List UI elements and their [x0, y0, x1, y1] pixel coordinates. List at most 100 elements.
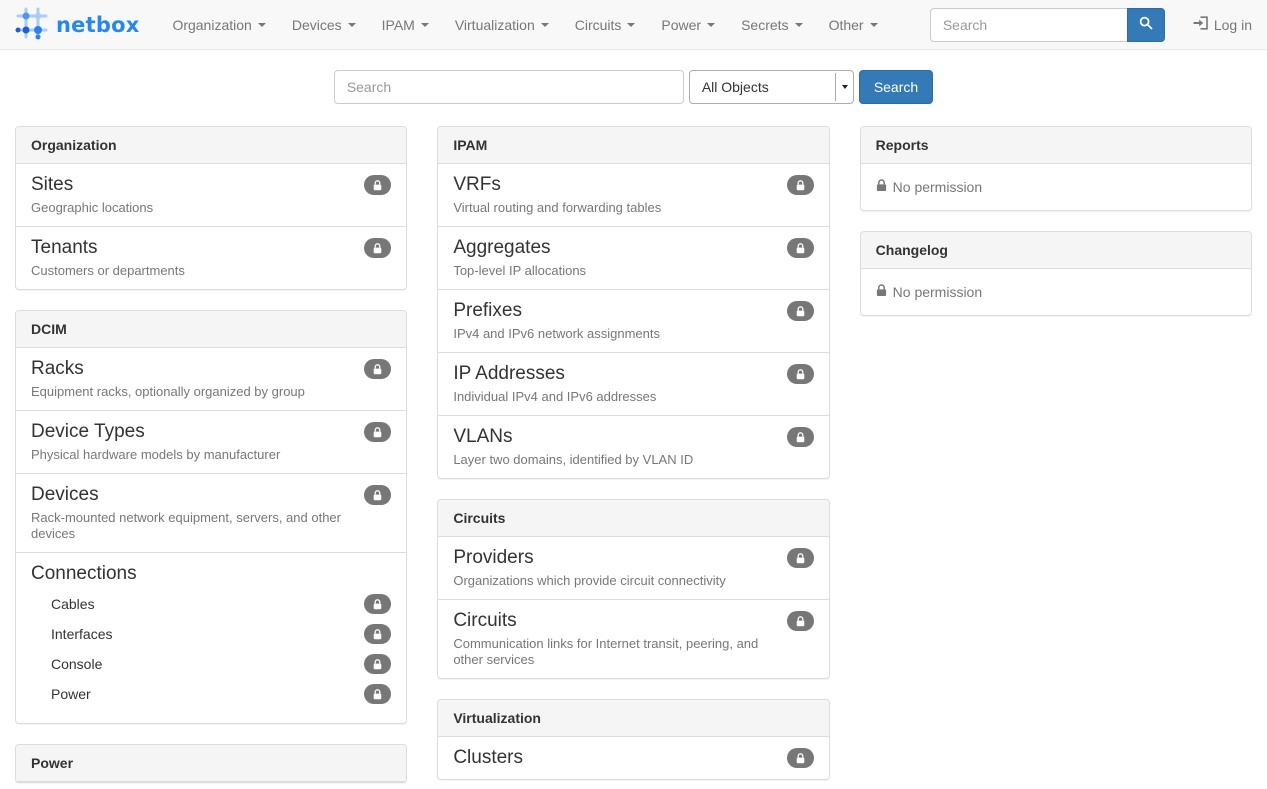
navbar-menu-item-secrets[interactable]: Secrets [728, 0, 815, 50]
dashboard-column-1: Organization Sites Geographic locations … [0, 126, 422, 789]
navbar-menu: Organization Devices IPAM Virtualization… [159, 0, 890, 50]
panel-dcim: DCIM Racks Equipment racks, optionally o… [15, 310, 407, 724]
lock-icon [373, 490, 382, 501]
list-item-providers: Providers Organizations which provide ci… [438, 537, 828, 599]
search-icon [1139, 16, 1153, 33]
panel-title: Power [16, 745, 406, 782]
lock-badge [787, 175, 814, 195]
lock-icon [796, 306, 805, 317]
netbox-logo-icon [15, 5, 49, 44]
chevron-down-icon [795, 23, 803, 27]
navbar-menu-item-ipam[interactable]: IPAM [369, 0, 442, 50]
navbar-menu-item-devices[interactable]: Devices [279, 0, 369, 50]
navbar-menu-item-other[interactable]: Other [816, 0, 891, 50]
navbar-menu-item-virtualization[interactable]: Virtualization [442, 0, 562, 50]
lock-icon [373, 599, 382, 610]
connections-sub-list: Cables Interfaces Console Power [51, 589, 391, 709]
lock-badge [364, 175, 391, 195]
navbar-menu-label: Organization [172, 17, 251, 33]
lock-badge [787, 238, 814, 258]
chevron-down-icon [258, 23, 266, 27]
lock-icon [373, 689, 382, 700]
panel-reports: Reports No permission [860, 126, 1252, 211]
log-in-icon [1193, 16, 1208, 33]
chevron-down-icon [707, 23, 715, 27]
no-permission-label: No permission [893, 179, 982, 195]
search-scope-select[interactable]: All Objects [689, 70, 854, 104]
login-link[interactable]: Log in [1193, 16, 1252, 33]
item-title-link[interactable]: Sites [31, 174, 73, 196]
lock-badge [364, 485, 391, 505]
sub-list-item-console: Console [51, 649, 391, 679]
global-search-input[interactable] [334, 70, 684, 104]
panel-title: Circuits [438, 500, 828, 537]
chevron-down-icon [348, 23, 356, 27]
sub-list-item-cables: Cables [51, 589, 391, 619]
sub-item-link[interactable]: Cables [51, 596, 95, 612]
lock-badge [787, 748, 814, 768]
item-title-link[interactable]: Devices [31, 484, 99, 506]
panel-circuits: Circuits Providers Organizations which p… [437, 499, 829, 679]
item-title-link[interactable]: Aggregates [453, 237, 550, 259]
lock-badge [364, 654, 391, 674]
lock-icon [796, 616, 805, 627]
navbar-menu-item-organization[interactable]: Organization [159, 0, 278, 50]
navbar-search-group [930, 8, 1165, 42]
navbar-search-button[interactable] [1127, 8, 1165, 42]
item-title-link[interactable]: VRFs [453, 174, 501, 196]
item-title-link[interactable]: Prefixes [453, 300, 522, 322]
login-label: Log in [1214, 17, 1252, 33]
list-item-vrfs: VRFs Virtual routing and forwarding tabl… [438, 164, 828, 226]
item-title-link[interactable]: IP Addresses [453, 363, 565, 385]
lock-icon [373, 629, 382, 640]
sub-item-link[interactable]: Power [51, 686, 91, 702]
item-title-link[interactable]: Racks [31, 358, 84, 380]
item-title-link[interactable]: Circuits [453, 610, 516, 632]
item-title-link[interactable]: Clusters [453, 747, 523, 769]
global-search-button[interactable]: Search [859, 70, 933, 104]
navbar-right: Log in [930, 8, 1252, 42]
sub-item-link[interactable]: Interfaces [51, 626, 112, 642]
lock-icon [373, 180, 382, 191]
panel-title: IPAM [438, 127, 828, 164]
navbar-menu-label: Circuits [575, 17, 622, 33]
item-title-link[interactable]: Connections [31, 563, 137, 585]
navbar-menu-item-circuits[interactable]: Circuits [562, 0, 649, 50]
no-permission-label: No permission [893, 284, 982, 300]
top-navbar: netbox Organization Devices IPAM Virtual… [0, 0, 1267, 50]
list-item-circuits: Circuits Communication links for Interne… [438, 599, 828, 678]
item-title-link[interactable]: Tenants [31, 237, 98, 259]
select-divider [835, 73, 836, 101]
lock-badge [787, 427, 814, 447]
list-item-clusters: Clusters [438, 737, 828, 779]
navbar-menu-label: Other [829, 17, 864, 33]
lock-badge [787, 364, 814, 384]
no-permission-row: No permission [861, 164, 1251, 210]
panel-title: Virtualization [438, 700, 828, 737]
brand-name: netbox [56, 13, 139, 37]
item-title-link[interactable]: Providers [453, 547, 533, 569]
item-description: Customers or departments [31, 263, 391, 279]
lock-badge [787, 611, 814, 631]
search-scope-wrapper: All Objects [689, 70, 854, 104]
dashboard-columns: Organization Sites Geographic locations … [0, 126, 1267, 789]
navbar-search-input[interactable] [930, 8, 1127, 42]
item-title-link[interactable]: Device Types [31, 421, 145, 443]
navbar-menu-label: Devices [292, 17, 342, 33]
panel-virtualization: Virtualization Clusters [437, 699, 829, 780]
panel-title: Reports [861, 127, 1251, 164]
chevron-down-icon [627, 23, 635, 27]
panel-title: Organization [16, 127, 406, 164]
list-item-sites: Sites Geographic locations [16, 164, 406, 226]
item-description: IPv4 and IPv6 network assignments [453, 326, 813, 342]
navbar-menu-item-power[interactable]: Power [648, 0, 728, 50]
item-description: Top-level IP allocations [453, 263, 813, 279]
item-title-link[interactable]: VLANs [453, 426, 512, 448]
sub-list-item-power: Power [51, 679, 391, 709]
panel-organization: Organization Sites Geographic locations … [15, 126, 407, 290]
sub-item-link[interactable]: Console [51, 656, 102, 672]
item-description: Equipment racks, optionally organized by… [31, 384, 391, 400]
lock-badge [364, 238, 391, 258]
netbox-brand[interactable]: netbox [15, 5, 139, 44]
lock-badge [787, 548, 814, 568]
